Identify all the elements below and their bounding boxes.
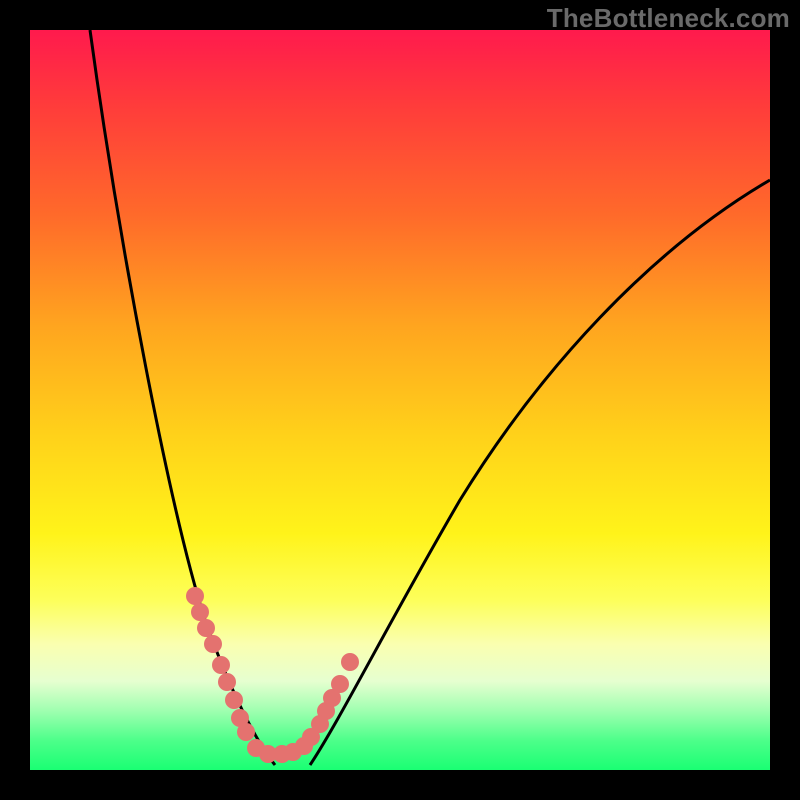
minimum-markers — [195, 596, 350, 754]
chart-frame: TheBottleneck.com — [0, 0, 800, 800]
right-curve — [310, 180, 770, 765]
left-curve — [90, 30, 275, 765]
plot-area — [30, 30, 770, 770]
curves-svg — [30, 30, 770, 770]
